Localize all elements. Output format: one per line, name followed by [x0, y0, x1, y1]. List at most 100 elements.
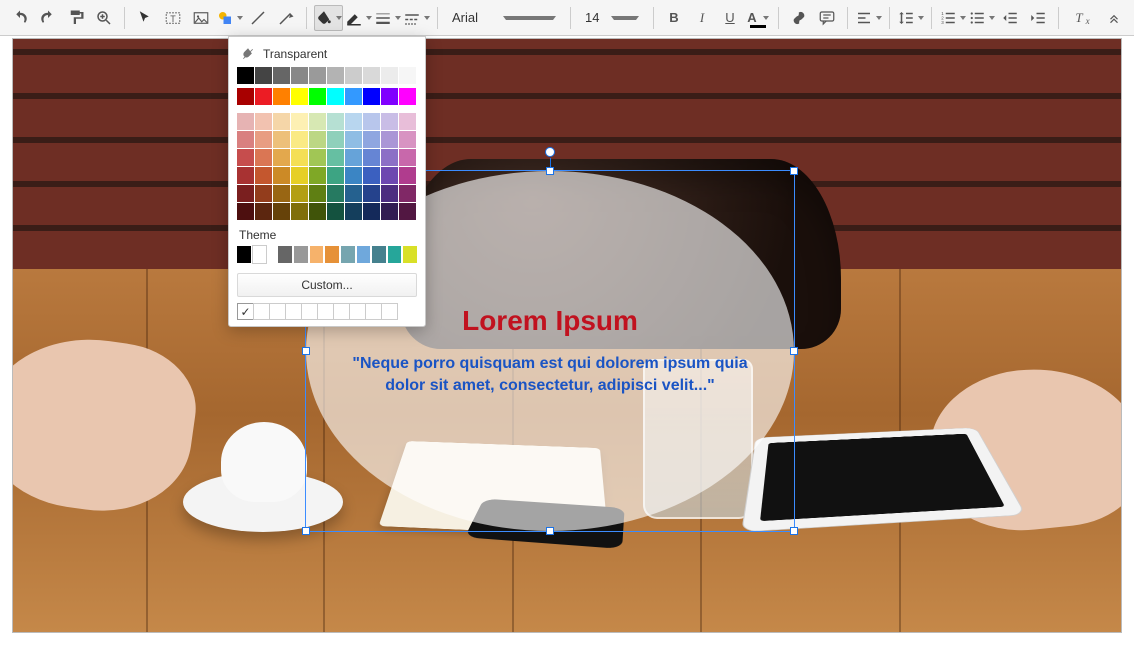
theme-swatch[interactable] [341, 246, 355, 263]
border-color-button[interactable] [345, 5, 372, 31]
color-swatch[interactable] [255, 67, 272, 84]
color-swatch[interactable] [381, 113, 398, 130]
color-swatch[interactable] [309, 149, 326, 166]
color-swatch[interactable] [381, 67, 398, 84]
align-button[interactable] [855, 5, 882, 31]
font-size-select[interactable]: 14 [577, 5, 647, 31]
arrow-tool[interactable] [273, 5, 299, 31]
select-tool[interactable] [132, 5, 158, 31]
resize-handle-bl[interactable] [302, 527, 310, 535]
color-swatch[interactable] [381, 185, 398, 202]
color-swatch[interactable] [291, 167, 308, 184]
theme-swatch[interactable] [372, 246, 386, 263]
color-swatch[interactable] [327, 67, 344, 84]
theme-swatch[interactable] [237, 246, 251, 263]
color-swatch[interactable] [363, 113, 380, 130]
color-swatch[interactable] [273, 131, 290, 148]
theme-swatch[interactable] [388, 246, 402, 263]
italic-button[interactable]: I [689, 5, 715, 31]
resize-handle-r[interactable] [790, 347, 798, 355]
border-weight-button[interactable] [374, 5, 401, 31]
theme-swatch[interactable] [403, 246, 417, 263]
color-swatch[interactable] [237, 67, 254, 84]
color-swatch[interactable] [327, 203, 344, 220]
resize-handle-tr[interactable] [790, 167, 798, 175]
border-dash-button[interactable] [403, 5, 430, 31]
slide-canvas[interactable]: Lorem Ipsum "Neque porro quisquam est qu… [12, 38, 1122, 633]
color-swatch[interactable] [363, 203, 380, 220]
color-swatch[interactable] [327, 185, 344, 202]
color-swatch[interactable] [237, 88, 254, 105]
resize-handle-t[interactable] [546, 167, 554, 175]
color-swatch[interactable] [327, 149, 344, 166]
color-swatch[interactable] [399, 185, 416, 202]
color-swatch[interactable] [291, 149, 308, 166]
theme-swatch[interactable] [294, 246, 308, 263]
color-swatch[interactable] [255, 167, 272, 184]
collapse-toolbar-button[interactable] [1101, 5, 1127, 31]
shape-tool[interactable] [216, 5, 243, 31]
recent-swatch[interactable] [381, 303, 398, 320]
clear-formatting-button[interactable]: Tx [1066, 5, 1092, 31]
recent-swatch[interactable] [253, 303, 270, 320]
color-swatch[interactable] [399, 203, 416, 220]
color-swatch[interactable] [309, 167, 326, 184]
color-swatch[interactable] [399, 67, 416, 84]
color-swatch[interactable] [309, 88, 326, 105]
decrease-indent-button[interactable] [997, 5, 1023, 31]
color-swatch[interactable] [237, 131, 254, 148]
color-swatch[interactable] [309, 185, 326, 202]
paint-format-button[interactable] [63, 5, 89, 31]
color-swatch[interactable] [363, 185, 380, 202]
resize-handle-b[interactable] [546, 527, 554, 535]
color-swatch[interactable] [309, 203, 326, 220]
redo-button[interactable] [35, 5, 61, 31]
color-swatch[interactable] [273, 88, 290, 105]
color-swatch[interactable] [255, 149, 272, 166]
transparent-option[interactable]: Transparent [237, 47, 417, 61]
color-swatch[interactable] [381, 167, 398, 184]
recent-checked-swatch[interactable]: ✓ [237, 303, 254, 320]
color-swatch[interactable] [399, 167, 416, 184]
recent-swatch[interactable] [317, 303, 334, 320]
color-swatch[interactable] [291, 113, 308, 130]
color-swatch[interactable] [327, 167, 344, 184]
color-swatch[interactable] [345, 67, 362, 84]
bold-button[interactable]: B [661, 5, 687, 31]
color-swatch[interactable] [273, 203, 290, 220]
recent-swatch[interactable] [285, 303, 302, 320]
recent-swatch[interactable] [301, 303, 318, 320]
insert-link-button[interactable] [786, 5, 812, 31]
theme-swatch[interactable] [278, 246, 292, 263]
recent-swatch[interactable] [333, 303, 350, 320]
color-swatch[interactable] [363, 131, 380, 148]
color-swatch[interactable] [291, 88, 308, 105]
custom-color-button[interactable]: Custom... [237, 273, 417, 297]
color-swatch[interactable] [345, 185, 362, 202]
color-swatch[interactable] [291, 185, 308, 202]
color-swatch[interactable] [255, 203, 272, 220]
textbox-tool[interactable]: T [160, 5, 186, 31]
color-swatch[interactable] [381, 88, 398, 105]
recent-swatch[interactable] [349, 303, 366, 320]
color-swatch[interactable] [399, 149, 416, 166]
recent-swatch[interactable] [365, 303, 382, 320]
color-swatch[interactable] [255, 185, 272, 202]
color-swatch[interactable] [345, 149, 362, 166]
color-swatch[interactable] [345, 88, 362, 105]
color-swatch[interactable] [273, 149, 290, 166]
color-swatch[interactable] [381, 203, 398, 220]
color-swatch[interactable] [345, 203, 362, 220]
color-swatch[interactable] [381, 149, 398, 166]
resize-handle-br[interactable] [790, 527, 798, 535]
resize-handle-l[interactable] [302, 347, 310, 355]
undo-button[interactable] [7, 5, 33, 31]
color-swatch[interactable] [255, 88, 272, 105]
color-swatch[interactable] [399, 88, 416, 105]
color-swatch[interactable] [381, 131, 398, 148]
color-swatch[interactable] [273, 167, 290, 184]
color-swatch[interactable] [237, 167, 254, 184]
text-color-button[interactable]: A [745, 5, 771, 31]
color-swatch[interactable] [291, 203, 308, 220]
color-swatch[interactable] [237, 113, 254, 130]
